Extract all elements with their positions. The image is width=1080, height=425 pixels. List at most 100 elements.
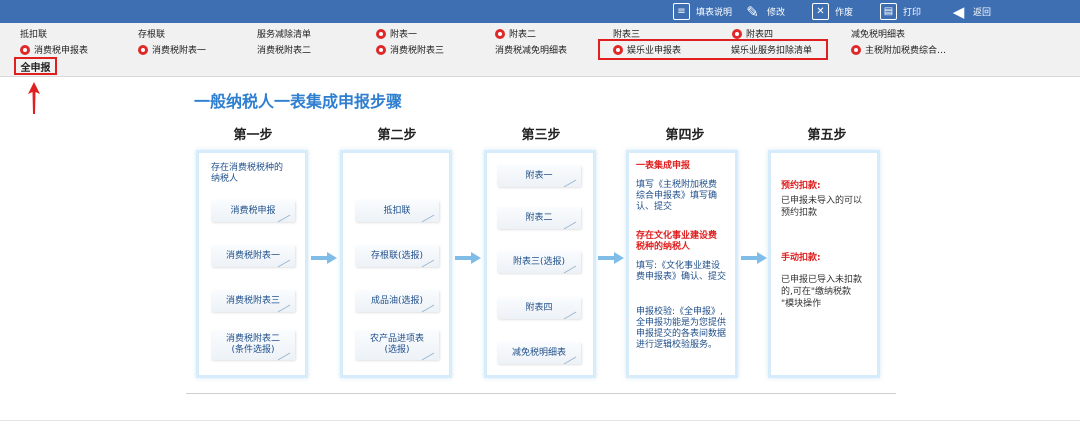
menu-item-consumption-reduction-detail[interactable]: 消费税减免明细表 bbox=[495, 43, 567, 56]
step-4-heading-integrated: 一表集成申报 bbox=[636, 161, 691, 171]
menu-item-consumption-schedule-3[interactable]: 消费税附表三 bbox=[376, 43, 444, 56]
menu-item-stub-copy[interactable]: 存根联 bbox=[138, 27, 165, 40]
void-document-icon: ✕ bbox=[812, 3, 829, 20]
menu-item-service-deduction-list[interactable]: 服务减除清单 bbox=[257, 27, 311, 40]
menu-label: 消费税申报表 bbox=[34, 46, 89, 56]
full-declare-button[interactable]: 全申报 bbox=[14, 57, 57, 75]
menu-label: 减免税明细表 bbox=[851, 30, 906, 40]
step-5-text: 已申报已导入未扣款 bbox=[781, 275, 863, 285]
flow-arrow-icon bbox=[741, 252, 767, 264]
step-3-item: 减免税明细表 bbox=[497, 342, 581, 364]
step-4-text: 费申报表》确认、提交 bbox=[636, 272, 727, 282]
step-5-title: 第五步 bbox=[807, 128, 847, 143]
pencil-icon: ✎ bbox=[746, 2, 759, 21]
menu-item-surtax-combined-return[interactable]: 主税附加税费综合… bbox=[851, 43, 946, 56]
step-1-item: 消费税附表一 bbox=[211, 245, 295, 267]
step-3-item: 附表三(选报) bbox=[497, 251, 581, 273]
back-button[interactable]: ◀ 返回 bbox=[950, 2, 991, 21]
step-2-item: 抵扣联 bbox=[355, 200, 439, 222]
step-1-title: 第一步 bbox=[233, 128, 273, 143]
flow-arrow-icon bbox=[598, 252, 624, 264]
step-5-heading-manual: 手动扣款: bbox=[781, 253, 821, 263]
step-5-panel: 预约扣款: 已申报未导入的可以 预约扣款 手动扣款: 已申报已导入未扣款 的,可… bbox=[768, 150, 880, 378]
diagram-divider bbox=[186, 393, 896, 394]
full-declare-label: 全申报 bbox=[20, 62, 51, 74]
menu-label: 消费税附表二 bbox=[257, 46, 312, 56]
menu-item-schedule-1[interactable]: 附表一 bbox=[376, 27, 417, 40]
step-5-text: 的,可在"缴纳税款 bbox=[781, 287, 852, 297]
gear-icon bbox=[376, 28, 386, 39]
step-4-text: 全申报功能是为您提供 bbox=[636, 318, 727, 328]
step-1-item: 消费税附表三 bbox=[211, 290, 295, 312]
menu-item-consumption-schedule-1[interactable]: 消费税附表一 bbox=[138, 43, 206, 56]
step-3-item: 附表二 bbox=[497, 207, 581, 229]
step-4-heading-culture: 存在文化事业建设费 bbox=[636, 231, 718, 241]
menu-item-reduction-detail[interactable]: 减免税明细表 bbox=[851, 27, 905, 40]
step-2-item: 成品油(选报) bbox=[355, 290, 439, 312]
menu-label: 存根联 bbox=[138, 30, 166, 40]
top-toolbar: ≡ 填表说明 ✎ 修改 ✕ 作废 ▤ 打印 ◀ 返回 bbox=[0, 0, 1080, 23]
gear-icon bbox=[495, 28, 505, 39]
back-label: 返回 bbox=[973, 8, 992, 18]
step-1-header-line-1: 存在消费税税种的 bbox=[211, 163, 284, 173]
step-3-panel: 附表一 附表二 附表三(选报) 附表四 减免税明细表 bbox=[484, 150, 596, 378]
chip-line: 农产品进项表 bbox=[369, 334, 424, 344]
menu-label: 附表一 bbox=[390, 30, 418, 40]
print-label: 打印 bbox=[903, 8, 922, 18]
step-4-text: 填写《主税附加税费 bbox=[636, 180, 718, 190]
printer-icon: ▤ bbox=[880, 3, 897, 20]
gear-icon bbox=[138, 44, 148, 55]
step-4-title: 第四步 bbox=[665, 128, 705, 143]
menu-item-schedule-2[interactable]: 附表二 bbox=[495, 27, 536, 40]
step-4-text: 认、提交 bbox=[636, 202, 673, 212]
flow-arrow-icon bbox=[311, 252, 337, 264]
step-1-header-line-2: 纳税人 bbox=[211, 174, 239, 184]
void-label: 作废 bbox=[835, 8, 854, 18]
gear-icon bbox=[732, 28, 742, 39]
menu-label: 抵扣联 bbox=[20, 30, 48, 40]
step-3-item: 附表四 bbox=[497, 297, 581, 319]
menu-label: 附表二 bbox=[509, 30, 537, 40]
document-icon: ≡ bbox=[673, 3, 690, 20]
step-2-title: 第二步 bbox=[377, 128, 417, 143]
chip-line: (选报) bbox=[384, 345, 410, 355]
back-arrow-icon: ◀ bbox=[952, 2, 965, 21]
step-4-text: 进行逻辑校验服务。 bbox=[636, 340, 718, 350]
red-arrow-indicator bbox=[28, 82, 40, 114]
step-4-text: 申报提交的各表间数据 bbox=[636, 329, 727, 339]
step-1-panel: 存在消费税税种的 纳税人 消费税申报 消费税附表一 消费税附表三 消费税附表二 … bbox=[196, 150, 308, 378]
page-title: 一般纳税人一表集成申报步骤 bbox=[194, 92, 403, 111]
chip-line: 消费税附表二 bbox=[225, 334, 280, 344]
menu-item-consumption-schedule-2[interactable]: 消费税附表二 bbox=[257, 43, 311, 56]
step-4-panel: 一表集成申报 填写《主税附加税费 综合申报表》填写确 认、提交 存在文化事业建设… bbox=[626, 150, 738, 378]
step-4-text: 申报校验:《全申报》, bbox=[636, 307, 723, 317]
void-button[interactable]: ✕ 作废 bbox=[812, 2, 853, 21]
print-button[interactable]: ▤ 打印 bbox=[880, 2, 921, 21]
menu-label: 消费税附表三 bbox=[390, 46, 445, 56]
menu-label: 主税附加税费综合… bbox=[865, 46, 947, 56]
step-3-item: 附表一 bbox=[497, 165, 581, 187]
gear-icon bbox=[851, 44, 861, 55]
step-4-text: 综合申报表》填写确 bbox=[636, 191, 718, 201]
step-3-title: 第三步 bbox=[521, 128, 561, 143]
step-5-heading-scheduled: 预约扣款: bbox=[781, 181, 821, 191]
step-2-item: 农产品进项表 (选报) bbox=[355, 330, 439, 360]
menu-item-deduction-copy[interactable]: 抵扣联 bbox=[20, 27, 47, 40]
step-1-item: 消费税附表二 (条件选报) bbox=[211, 330, 295, 360]
step-4-text: 填写:《文化事业建设 bbox=[636, 261, 721, 271]
step-5-text: 预约扣款 bbox=[781, 208, 818, 218]
footer-divider bbox=[0, 420, 1080, 421]
menu-label: 消费税减免明细表 bbox=[495, 46, 568, 56]
menu-label: 消费税附表一 bbox=[152, 46, 207, 56]
step-5-text: "模块操作 bbox=[781, 299, 822, 309]
edit-button[interactable]: ✎ 修改 bbox=[744, 2, 785, 21]
gear-icon bbox=[20, 44, 30, 55]
step-5-text: 已申报未导入的可以 bbox=[781, 196, 863, 206]
fill-help-button[interactable]: ≡ 填表说明 bbox=[673, 2, 732, 21]
gear-icon bbox=[376, 44, 386, 55]
step-2-item: 存根联(选报) bbox=[355, 245, 439, 267]
entertainment-highlight-frame bbox=[598, 39, 828, 60]
fill-help-label: 填表说明 bbox=[696, 8, 733, 18]
menu-item-consumption-tax-return[interactable]: 消费税申报表 bbox=[20, 43, 88, 56]
chip-line: (条件选报) bbox=[231, 345, 275, 355]
